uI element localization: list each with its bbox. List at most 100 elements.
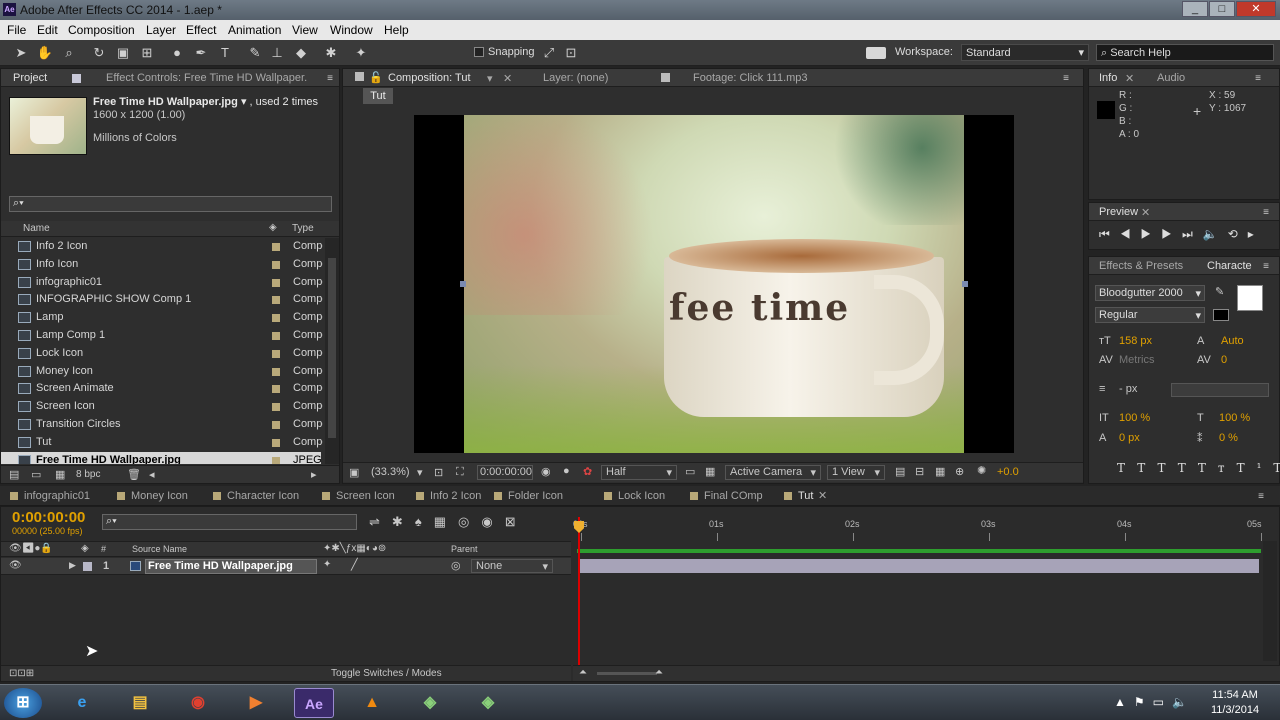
internet-explorer-icon[interactable]: e [62, 688, 102, 718]
flowchart-icon[interactable]: ⊕ [955, 465, 964, 478]
parent-select[interactable]: None ▾ [471, 559, 553, 573]
channel-icon[interactable]: ✿ [583, 465, 592, 478]
scrollbar-thumb[interactable] [328, 258, 336, 438]
menu-animation[interactable]: Animation [228, 23, 281, 37]
timeline-timecode[interactable]: 0:00:00:00 [12, 509, 85, 526]
view-layout-select[interactable]: 1 View ▾ [827, 465, 885, 480]
tab-effect-controls[interactable]: Effect Controls: Free Time HD Wallpaper. [106, 72, 307, 84]
project-item[interactable]: Lamp Comp 1 Compo [1, 327, 323, 345]
shape-tool-icon[interactable]: ● [168, 44, 186, 62]
menu-help[interactable]: Help [384, 23, 409, 37]
pan-behind-tool-icon[interactable]: ⊞ [138, 44, 156, 62]
layer-handle-right[interactable] [962, 281, 968, 287]
menu-composition[interactable]: Composition [68, 23, 135, 37]
footer-icons[interactable]: ⊡⊡⊞ [9, 668, 34, 679]
label-swatch[interactable] [272, 421, 280, 429]
ram-preview-icon[interactable]: ▸ [1248, 227, 1264, 241]
exposure-icon[interactable]: ✺ [977, 464, 986, 477]
workspace-select[interactable]: Standard ▾ [961, 44, 1089, 61]
timeline-tab[interactable]: Lock Icon [618, 490, 665, 502]
puppet-tool-icon[interactable]: ✦ [352, 44, 370, 62]
tsume-value[interactable]: 0 % [1219, 432, 1238, 444]
type-tool-icon[interactable]: T [216, 44, 234, 62]
motion-blur-icon[interactable]: ◎ [458, 514, 481, 529]
layer-duration-bar[interactable] [579, 559, 1259, 573]
menu-layer[interactable]: Layer [146, 23, 176, 37]
file-explorer-icon[interactable]: ▤ [120, 688, 160, 718]
label-swatch[interactable] [272, 385, 280, 394]
project-item[interactable]: Lock Icon Compo [1, 345, 323, 363]
column-type[interactable]: Type [292, 223, 314, 234]
leading-value[interactable]: Auto [1221, 335, 1244, 347]
pen-tool-icon[interactable]: ✒ [192, 44, 210, 62]
playhead-line[interactable] [578, 517, 580, 667]
tab-layer[interactable]: Layer: (none) [543, 72, 608, 84]
kerning-value[interactable]: Metrics [1119, 354, 1154, 366]
loop-icon[interactable]: ⟲ [1228, 227, 1248, 241]
menu-file[interactable]: File [7, 23, 26, 37]
project-item[interactable]: Tut Compo [1, 434, 323, 452]
column-source-name[interactable]: Source Name [132, 544, 187, 554]
rotate-tool-icon[interactable]: ↻ [90, 44, 108, 62]
all-caps-icon[interactable]: TT [1157, 461, 1197, 475]
menu-edit[interactable]: Edit [37, 23, 58, 37]
project-item[interactable]: Lamp Compo [1, 309, 323, 327]
project-item[interactable]: INFOGRAPHIC SHOW Comp 1 Compo [1, 291, 323, 309]
tab-effects-presets[interactable]: Effects & Presets [1099, 260, 1183, 272]
tab-composition[interactable]: Composition: Tut [388, 72, 471, 84]
new-folder-icon[interactable]: ▭ [31, 468, 41, 481]
time-ruler[interactable]: 00s01s02s03s04s05s [573, 515, 1267, 545]
exposure-value[interactable]: +0.0 [997, 466, 1019, 478]
column-name[interactable]: Name [23, 223, 50, 234]
snapshot-icon[interactable]: ◉ [541, 465, 551, 478]
menu-view[interactable]: View [292, 23, 318, 37]
shy-switch-icon[interactable]: ✦ [323, 559, 331, 570]
media-player-icon[interactable]: ▶ [236, 688, 276, 718]
menu-effect[interactable]: Effect [186, 23, 216, 37]
toggle-switches-label[interactable]: Toggle Switches / Modes [331, 668, 442, 679]
safe-zones-icon[interactable]: ⛶ [456, 466, 464, 479]
horizontal-scale-value[interactable]: 100 % [1219, 412, 1250, 424]
graph-editor-icon[interactable]: ◉ [481, 514, 504, 529]
layer-label-swatch[interactable] [83, 562, 92, 571]
label-swatch[interactable] [272, 438, 280, 447]
small-caps-icon[interactable]: Tᴛ [1198, 461, 1237, 475]
work-area-bar[interactable] [577, 549, 1261, 553]
chrome-icon[interactable]: ◉ [178, 688, 218, 718]
panel-menu-icon[interactable]: ≡ [1258, 491, 1264, 502]
tab-close-icon[interactable]: ✕ [1141, 206, 1150, 219]
asset-dropdown-icon[interactable]: ▾ [241, 96, 247, 108]
timeline-tab[interactable]: Info 2 Icon [430, 490, 481, 502]
minimize-button[interactable]: _ [1182, 1, 1208, 17]
lock-icon[interactable]: 🔓 [369, 71, 383, 84]
baseline-shift-value[interactable]: 0 px [1119, 432, 1140, 444]
show-snapshot-icon[interactable]: ● [563, 465, 570, 477]
project-item[interactable]: Screen Icon Compo [1, 398, 323, 416]
quality-switch-icon[interactable]: ╱ [351, 558, 358, 571]
comp-canvas[interactable]: fee time [414, 115, 1014, 453]
start-button[interactable]: ⊞ [4, 688, 42, 718]
tray-up-icon[interactable]: ▲ [1114, 695, 1134, 709]
fit-icon[interactable]: ⊡ [434, 466, 443, 479]
first-frame-icon[interactable]: ⏮ [1099, 227, 1120, 241]
close-button[interactable]: ✕ [1236, 1, 1276, 17]
timeline-tab[interactable]: Money Icon [131, 490, 188, 502]
roto-brush-tool-icon[interactable]: ✱ [322, 44, 340, 62]
after-effects-taskbar-icon[interactable]: Ae [294, 688, 334, 718]
brush-tool-icon[interactable]: ✎ [246, 44, 264, 62]
tab-audio[interactable]: Audio [1157, 72, 1185, 84]
tab-footage[interactable]: Footage: Click 111.mp3 [693, 72, 808, 84]
font-size-value[interactable]: 158 px [1119, 335, 1152, 347]
label-swatch[interactable] [272, 349, 280, 358]
menu-window[interactable]: Window [330, 23, 373, 37]
tab-info[interactable]: Info [1099, 72, 1117, 84]
timeline-search-input[interactable]: ⌕▾ [102, 514, 357, 530]
current-time[interactable]: 0:00:00:00 [477, 465, 533, 480]
toggle-pixel-icon[interactable]: ▤ [895, 465, 905, 478]
panel-menu-icon[interactable]: ≡ [1263, 261, 1269, 272]
panel-menu-icon[interactable]: ≡ [1255, 73, 1261, 84]
play-icon[interactable]: ▶ [1141, 227, 1162, 241]
vlc-icon[interactable]: ▲ [352, 688, 392, 718]
stroke-color-swatch[interactable] [1213, 309, 1229, 321]
new-comp-icon[interactable]: ▦ [55, 468, 65, 481]
